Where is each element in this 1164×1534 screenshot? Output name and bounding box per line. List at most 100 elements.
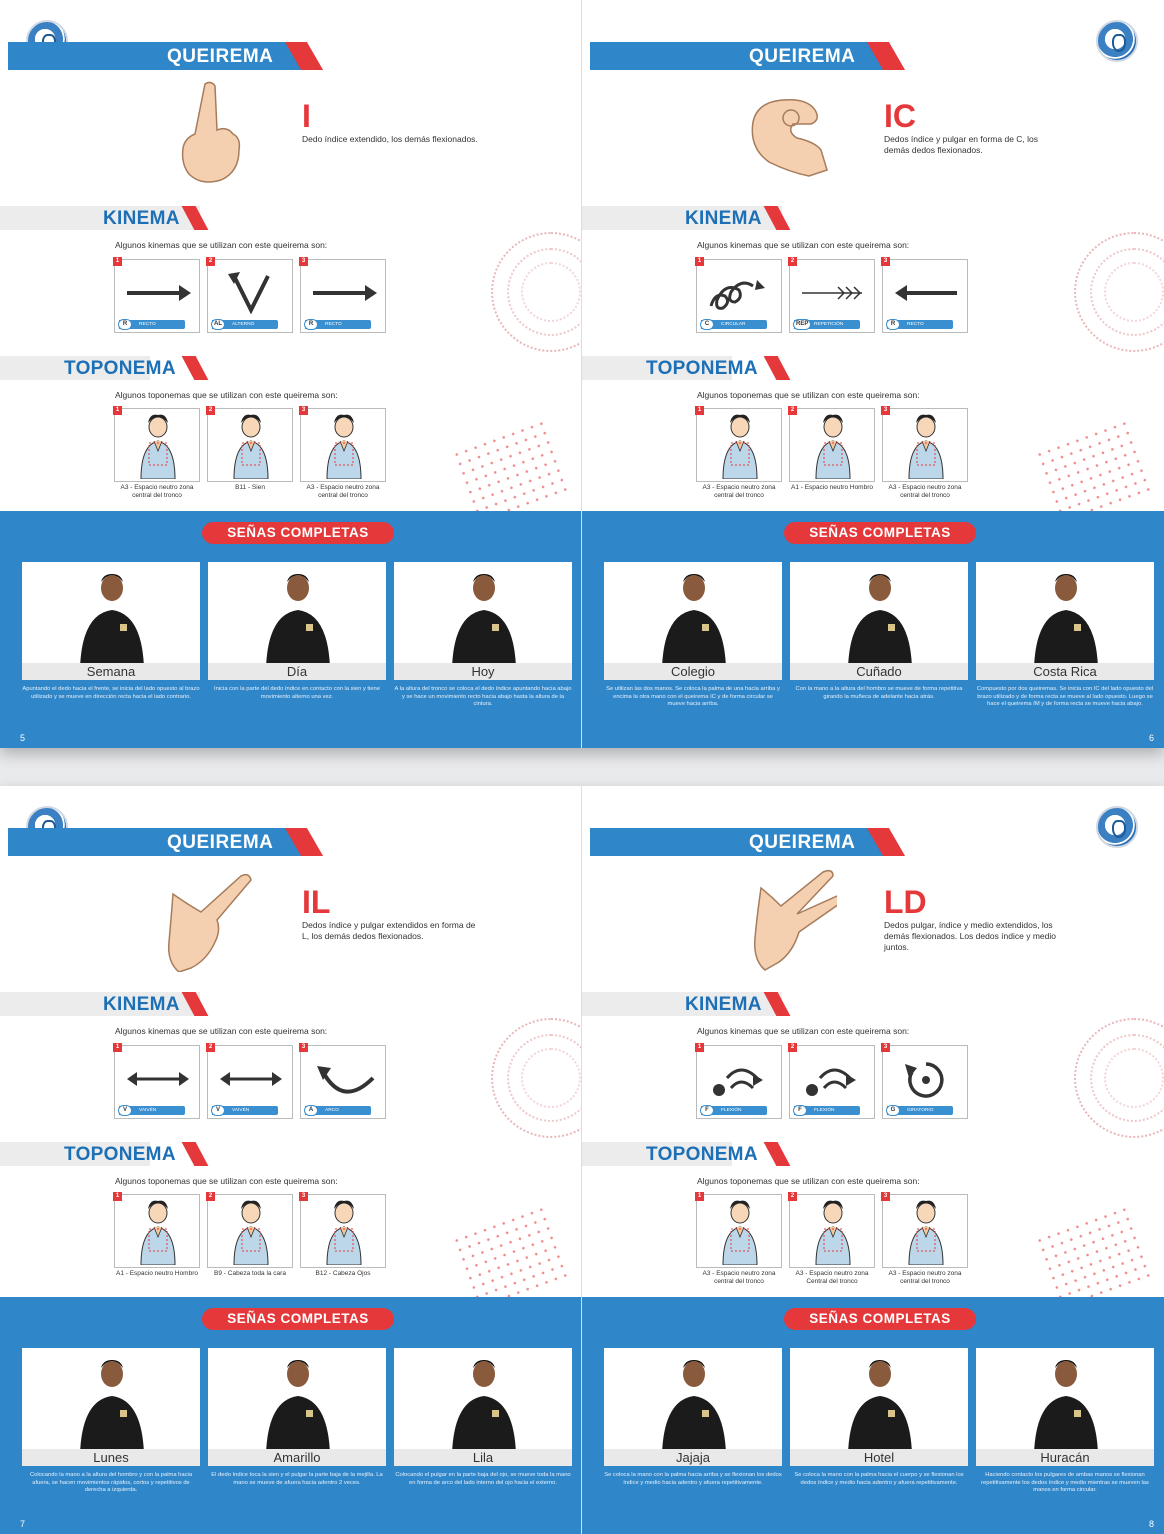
queirema-title: QUEIREMA [167, 46, 274, 67]
body-location-figure [908, 414, 944, 479]
toponema-caption: A3 - Espacio neutro zona central del tro… [702, 1270, 776, 1285]
institution-logo [1096, 806, 1138, 848]
kinema-code: G [886, 1105, 900, 1116]
arrow-right-icon [313, 285, 377, 301]
kinema-label: R RECTO [118, 319, 185, 330]
sign-photo: Lila [394, 1348, 572, 1466]
arrow-left-icon [895, 285, 957, 301]
toponema-number: 1 [113, 1192, 122, 1201]
kinema-label: V VAIVÉN [211, 1105, 278, 1116]
kinema-code: F [700, 1105, 714, 1116]
sign-word: Hoy [394, 663, 572, 680]
signer-person [848, 574, 912, 668]
body-location-figure [140, 414, 176, 479]
double-arrow-icon [127, 1072, 189, 1086]
hand-shape-illustration [181, 81, 241, 183]
kinema-name: ALTERNO [232, 322, 255, 327]
queirema-description: Dedo índice extendido, los demás flexion… [302, 134, 478, 144]
body-location-figure [326, 1200, 362, 1265]
kinema-name: VAIVÉN [139, 1108, 157, 1113]
toponema-card: 2 [206, 1192, 293, 1268]
toponema-caption: A3 - Espacio neutro zona central del tro… [888, 1270, 962, 1285]
sign-description: Colocando la mano a la altura del hombro… [29, 1472, 193, 1493]
kinema-intro: Algunos kinemas que se utilizan con este… [115, 240, 328, 250]
queirema-description: Dedos índice y pulgar extendidos en form… [302, 920, 476, 941]
kinema-card: 3 R RECTO [299, 257, 386, 333]
toponema-number: 3 [881, 406, 890, 415]
body-location-figure [722, 414, 758, 479]
toponema-card: 1 [113, 406, 200, 482]
signer-person [452, 1360, 516, 1454]
body-location-figure [233, 414, 269, 479]
toponema-accent [763, 1142, 791, 1166]
sign-photo: Semana [22, 562, 200, 680]
kinema-card: 2 F FLEXIÓN [788, 1043, 875, 1119]
queirema-letter: I [302, 98, 311, 134]
toponema-title: TOPONEMA [64, 1144, 176, 1165]
kinema-card: 2 REP REPETICIÓN [788, 257, 875, 333]
toponema-intro: Algunos toponemas que se utilizan con es… [115, 390, 338, 400]
sign-photo: Hotel [790, 1348, 968, 1466]
sign-word: Cuñado [790, 663, 968, 680]
toponema-number: 2 [788, 1192, 797, 1201]
queirema-letter: IL [302, 884, 331, 920]
kinema-intro: Algunos kinemas que se utilizan con este… [697, 1026, 910, 1036]
kinema-code: V [118, 1105, 132, 1116]
toponema-caption: A1 - Espacio neutro Hombro [115, 1270, 198, 1277]
kinema-card: 3 A ARCO [299, 1043, 386, 1119]
queirema-letter: LD [884, 884, 927, 920]
kinema-title: KINEMA [103, 208, 180, 229]
toponema-caption: A3 - Espacio neutro zona Central del tro… [795, 1270, 869, 1285]
hand-shape-illustration [753, 869, 837, 971]
kinema-name: ARCO [325, 1108, 339, 1113]
toponema-title: TOPONEMA [646, 1144, 758, 1165]
toponema-number: 2 [788, 406, 797, 415]
kinema-name: CIRCULAR [721, 322, 746, 327]
toponema-accent [181, 1142, 209, 1166]
kinema-code: V [211, 1105, 225, 1116]
kinema-label: C CIRCULAR [700, 319, 767, 330]
arrow-repeat-icon [802, 286, 862, 300]
hand-shape-illustration [751, 98, 828, 177]
rotate-icon [905, 1062, 944, 1098]
sign-description: Apuntando el dedo hacia el frente, se in… [22, 686, 200, 700]
toponema-card: 2 [788, 1192, 875, 1268]
sign-word: Jajaja [604, 1449, 782, 1466]
kinema-card: 1 V VAIVÉN [113, 1043, 200, 1119]
book-spread: QUEIREMA IL Dedos índice y pulgar extend… [0, 786, 1164, 1534]
sign-photo: Amarillo [208, 1348, 386, 1466]
book-page: QUEIREMA LD Dedos pulgar, índice y medio… [582, 786, 1164, 1534]
kinema-code: C [700, 319, 714, 330]
toponema-caption: B12 - Cabeza Ojos [315, 1270, 371, 1277]
kinema-label: AL ALTERNO [211, 319, 278, 330]
kinema-number: 1 [113, 257, 122, 266]
arc-icon [317, 1066, 375, 1094]
kinema-card: 1 C CIRCULAR [695, 257, 782, 333]
kinema-label: G GIRATORIO [886, 1105, 953, 1116]
toponema-card: 1 [695, 1192, 782, 1268]
queirema-description: Dedos índice y pulgar en forma de C, los… [884, 134, 1039, 155]
toponema-number: 3 [299, 406, 308, 415]
sign-word: Amarillo [208, 1449, 386, 1466]
queirema-title: QUEIREMA [749, 46, 856, 67]
toponema-number: 2 [206, 406, 215, 415]
body-location-figure [815, 1200, 851, 1265]
kinema-label: F FLEXIÓN [793, 1105, 860, 1116]
sign-word: Hotel [790, 1449, 968, 1466]
kinema-card: 1 F FLEXIÓN [695, 1043, 782, 1119]
kinema-number: 2 [206, 1043, 215, 1052]
kinema-code: R [118, 319, 132, 330]
kinema-name: VAIVÉN [232, 1108, 250, 1113]
page-number: 8 [1148, 1519, 1154, 1529]
queirema-title: QUEIREMA [749, 832, 856, 853]
page-number: 7 [20, 1519, 26, 1529]
signer-person [266, 1360, 330, 1454]
sign-description: Se coloca la mano con la palma hacia el … [794, 1472, 964, 1486]
kinema-name: FLEXIÓN [721, 1108, 742, 1113]
toponema-card: 3 [881, 406, 968, 482]
book-page: QUEIREMA IL Dedos índice y pulgar extend… [0, 786, 582, 1534]
body-location-figure [326, 414, 362, 479]
flexion-icon [806, 1068, 856, 1096]
kinema-code: REP [793, 319, 812, 330]
body-location-figure [722, 1200, 758, 1265]
